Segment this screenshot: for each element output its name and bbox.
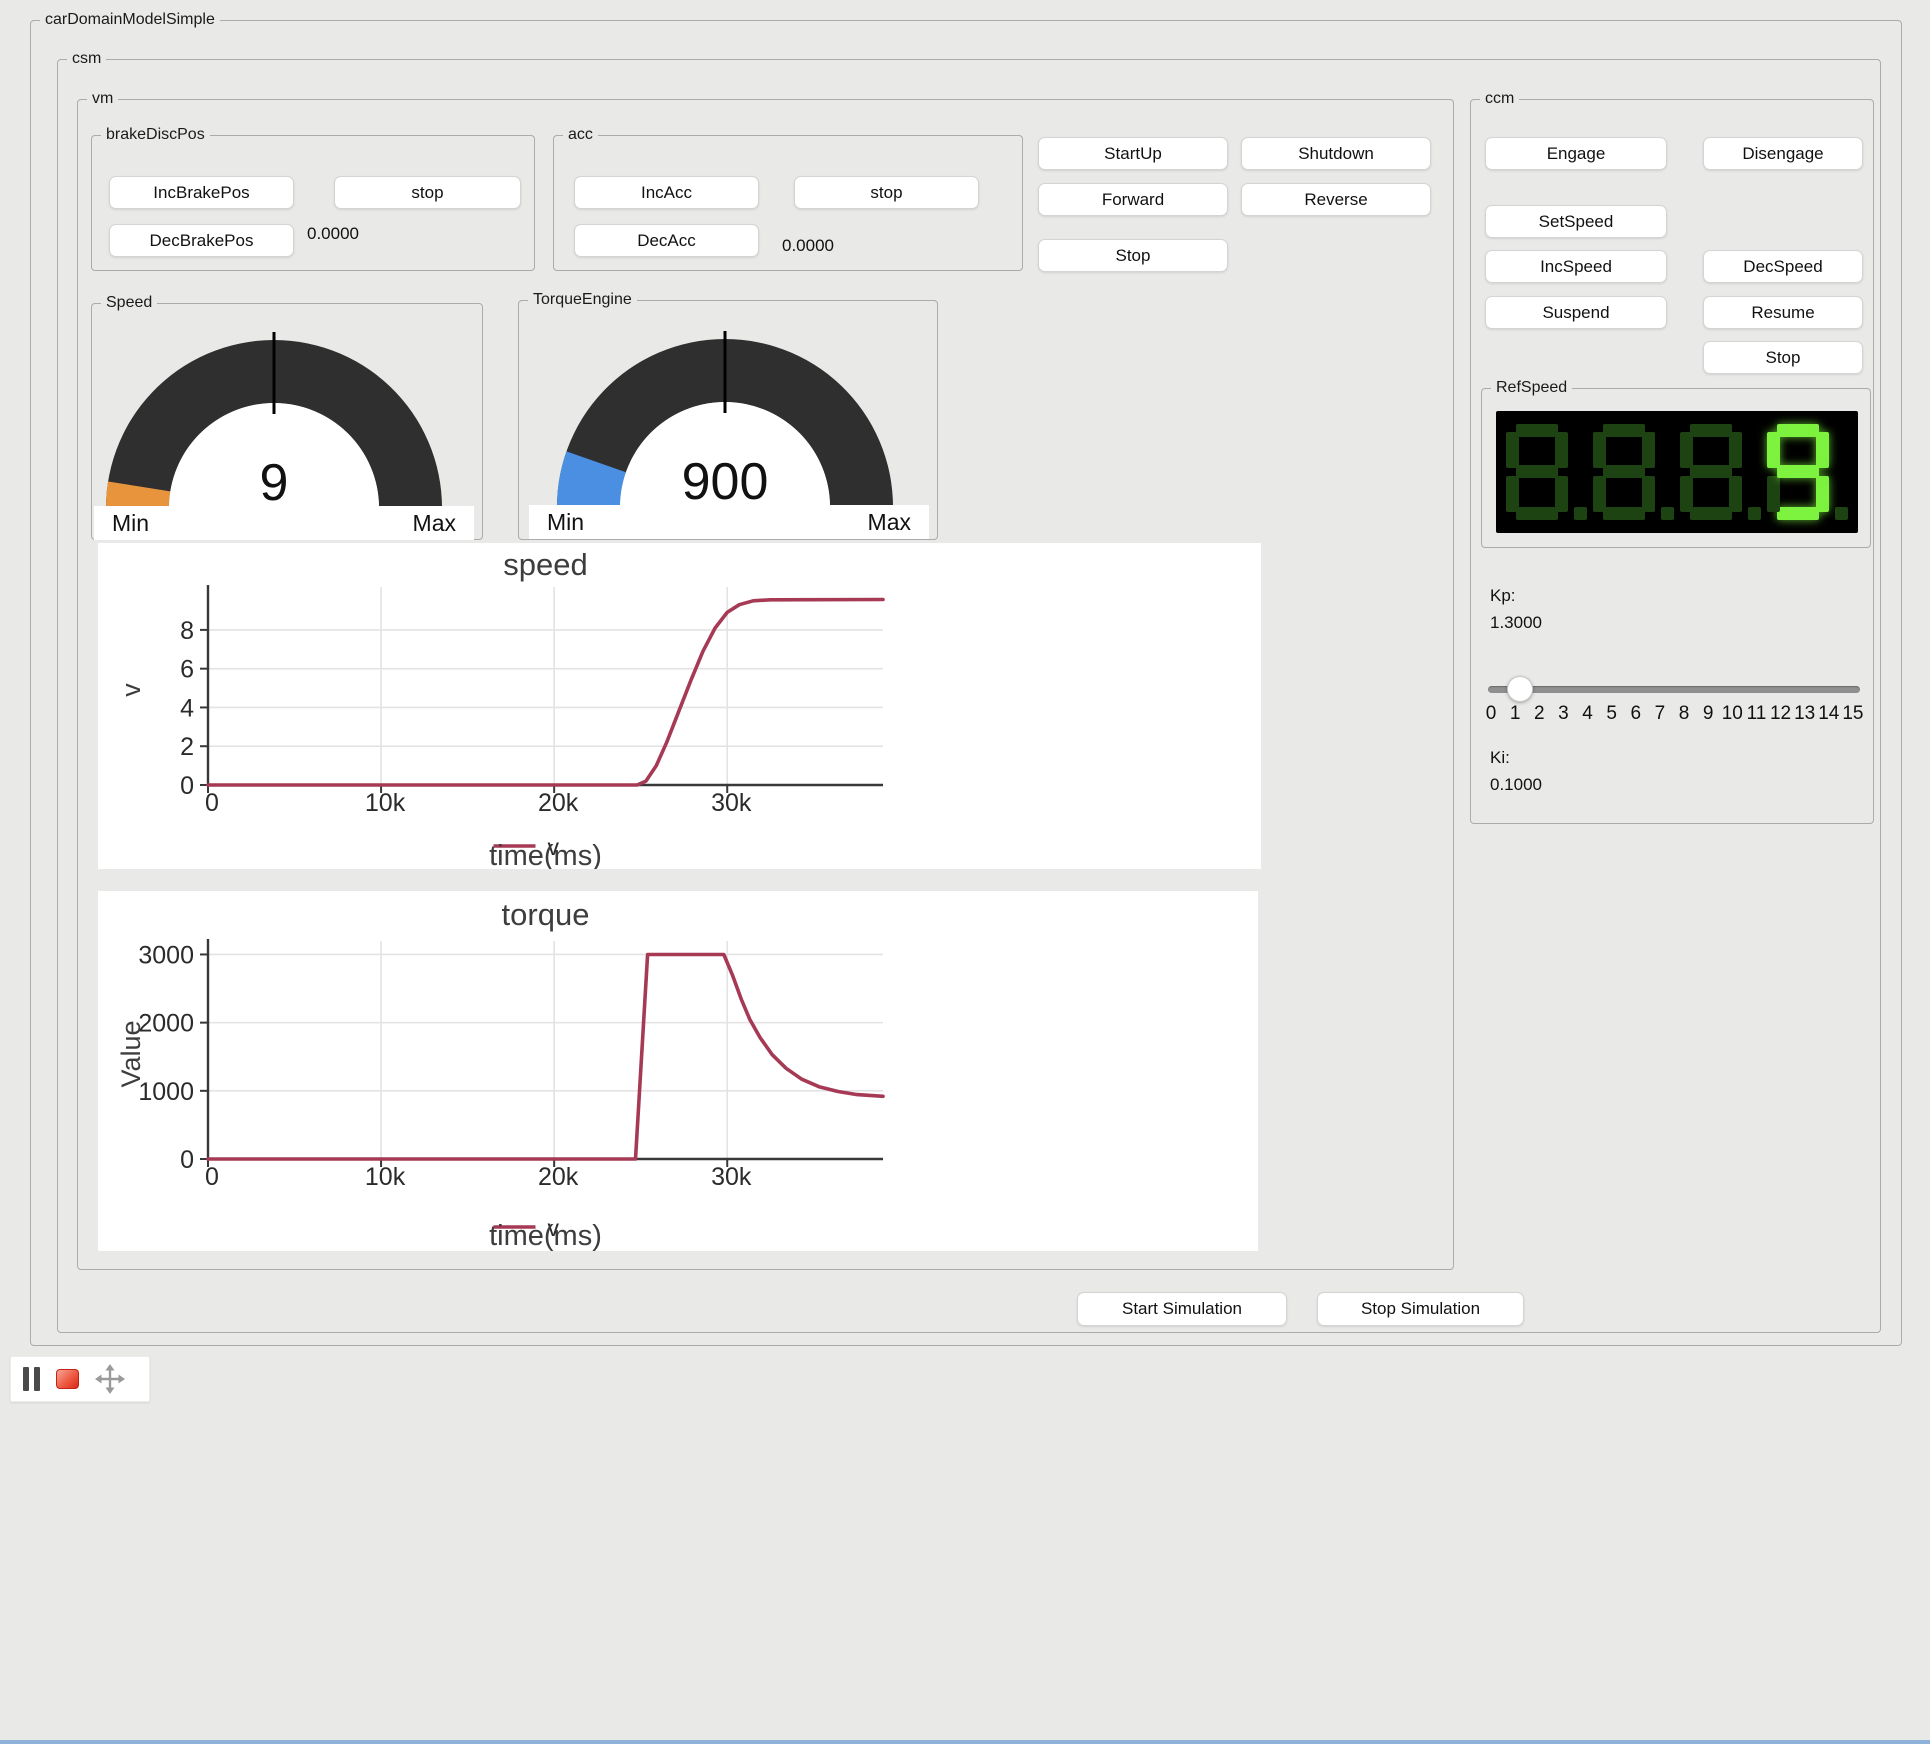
resume-button[interactable]: Resume: [1703, 296, 1863, 329]
group-ccm-label: ccm: [1480, 89, 1519, 108]
svg-text:3000: 3000: [138, 941, 194, 969]
torque-gauge: 900 Min Max: [529, 317, 929, 539]
kp-slider[interactable]: [1488, 676, 1860, 702]
svg-text:v: v: [116, 683, 146, 697]
svg-text:20k: 20k: [538, 789, 579, 817]
svg-text:900: 900: [682, 453, 769, 511]
shutdown-button[interactable]: Shutdown: [1241, 137, 1431, 170]
svg-text:8: 8: [180, 617, 194, 645]
suspend-button[interactable]: Suspend: [1485, 296, 1667, 329]
startup-button[interactable]: StartUp: [1038, 137, 1228, 170]
svg-text:time(ms): time(ms): [489, 1220, 602, 1251]
decspeed-button[interactable]: DecSpeed: [1703, 250, 1863, 283]
forward-button[interactable]: Forward: [1038, 183, 1228, 216]
group-ccm: ccm Engage Disengage SetSpeed IncSpeed D…: [1470, 99, 1874, 824]
group-brake-label: brakeDiscPos: [101, 125, 210, 144]
speed-chart-panel: 010k20k30k02468speedvvtime(ms): [98, 543, 1261, 869]
disengage-button[interactable]: Disengage: [1703, 137, 1863, 170]
dec-brake-pos-button[interactable]: DecBrakePos: [109, 224, 294, 257]
group-speed-gauge: Speed 9MinMax: [91, 303, 483, 540]
group-torque-label: TorqueEngine: [528, 290, 637, 309]
svg-text:torque: torque: [502, 897, 590, 932]
group-refspeed-label: RefSpeed: [1491, 378, 1572, 397]
group-speed-label: Speed: [101, 293, 157, 312]
svg-text:0: 0: [205, 1163, 219, 1191]
svg-text:20k: 20k: [538, 1163, 579, 1191]
stop-simulation-button[interactable]: Stop Simulation: [1317, 1292, 1524, 1326]
svg-text:Min: Min: [112, 510, 149, 536]
record-icon[interactable]: [56, 1369, 79, 1389]
svg-text:30k: 30k: [711, 1163, 752, 1191]
group-car-domain-model: carDomainModelSimple csm vm brakeDiscPos…: [30, 20, 1902, 1346]
svg-text:Max: Max: [413, 510, 457, 536]
kp-label: Kp:: [1490, 586, 1516, 606]
move-icon[interactable]: [95, 1364, 125, 1394]
svg-text:9: 9: [260, 454, 289, 512]
brake-pos-value: 0.0000: [307, 224, 359, 244]
ki-value: 0.1000: [1490, 775, 1542, 795]
engage-button[interactable]: Engage: [1485, 137, 1667, 170]
svg-text:0: 0: [180, 1146, 194, 1174]
vehicle-stop-button[interactable]: Stop: [1038, 239, 1228, 272]
inc-brake-pos-button[interactable]: IncBrakePos: [109, 176, 294, 209]
kp-slider-thumb[interactable]: [1507, 676, 1533, 702]
slider-tick-labels: 0123456789101112131415: [1479, 703, 1865, 725]
ccm-stop-button[interactable]: Stop: [1703, 341, 1863, 374]
svg-text:0: 0: [205, 789, 219, 817]
dec-acc-button[interactable]: DecAcc: [574, 224, 759, 257]
group-csm-label: csm: [67, 49, 106, 68]
svg-text:Min: Min: [547, 509, 584, 535]
group-csm: csm vm brakeDiscPos IncBrakePos stop Dec…: [57, 59, 1881, 1333]
svg-text:6: 6: [180, 656, 194, 684]
svg-text:2: 2: [180, 733, 194, 761]
ki-label: Ki:: [1490, 748, 1510, 768]
speed-chart: 010k20k30k02468speedvvtime(ms): [98, 543, 918, 869]
group-acc: acc IncAcc stop DecAcc 0.0000: [553, 135, 1023, 271]
start-simulation-button[interactable]: Start Simulation: [1077, 1292, 1287, 1326]
refspeed-seven-segment-display: [1496, 411, 1858, 533]
acc-value: 0.0000: [782, 236, 834, 256]
incspeed-button[interactable]: IncSpeed: [1485, 250, 1667, 283]
svg-text:2000: 2000: [138, 1010, 194, 1038]
window-bottom-edge: [0, 1740, 1930, 1744]
group-acc-label: acc: [563, 125, 598, 144]
torque-chart-panel: 010k20k30k0100020003000torqueValuevtime(…: [98, 891, 1258, 1251]
kp-value: 1.3000: [1490, 613, 1542, 633]
svg-text:1000: 1000: [138, 1078, 194, 1106]
speed-gauge: 9 Min Max: [94, 318, 474, 540]
acc-stop-button[interactable]: stop: [794, 176, 979, 209]
group-brake-disc-pos: brakeDiscPos IncBrakePos stop DecBrakePo…: [91, 135, 535, 271]
inc-acc-button[interactable]: IncAcc: [574, 176, 759, 209]
group-car-domain-model-label: carDomainModelSimple: [40, 10, 220, 29]
svg-text:0: 0: [180, 772, 194, 800]
group-torque-gauge: TorqueEngine 900MinMax: [518, 300, 938, 540]
svg-text:speed: speed: [503, 547, 587, 582]
bottom-toolbar: [10, 1356, 150, 1402]
kp-slider-track[interactable]: [1488, 686, 1860, 693]
svg-text:Max: Max: [868, 509, 912, 535]
brake-stop-button[interactable]: stop: [334, 176, 521, 209]
svg-text:10k: 10k: [365, 1163, 406, 1191]
app-window: carDomainModelSimple csm vm brakeDiscPos…: [0, 0, 1930, 1744]
group-vm: vm brakeDiscPos IncBrakePos stop DecBrak…: [77, 99, 1454, 1270]
svg-text:4: 4: [180, 694, 194, 722]
setspeed-button[interactable]: SetSpeed: [1485, 205, 1667, 238]
svg-text:Value: Value: [116, 1020, 146, 1087]
reverse-button[interactable]: Reverse: [1241, 183, 1431, 216]
pause-icon[interactable]: [23, 1367, 40, 1391]
group-vm-label: vm: [87, 89, 118, 108]
svg-text:time(ms): time(ms): [489, 840, 602, 869]
svg-text:10k: 10k: [365, 789, 406, 817]
torque-chart: 010k20k30k0100020003000torqueValuevtime(…: [98, 891, 918, 1251]
svg-text:30k: 30k: [711, 789, 752, 817]
group-refspeed: RefSpeed: [1481, 388, 1871, 548]
